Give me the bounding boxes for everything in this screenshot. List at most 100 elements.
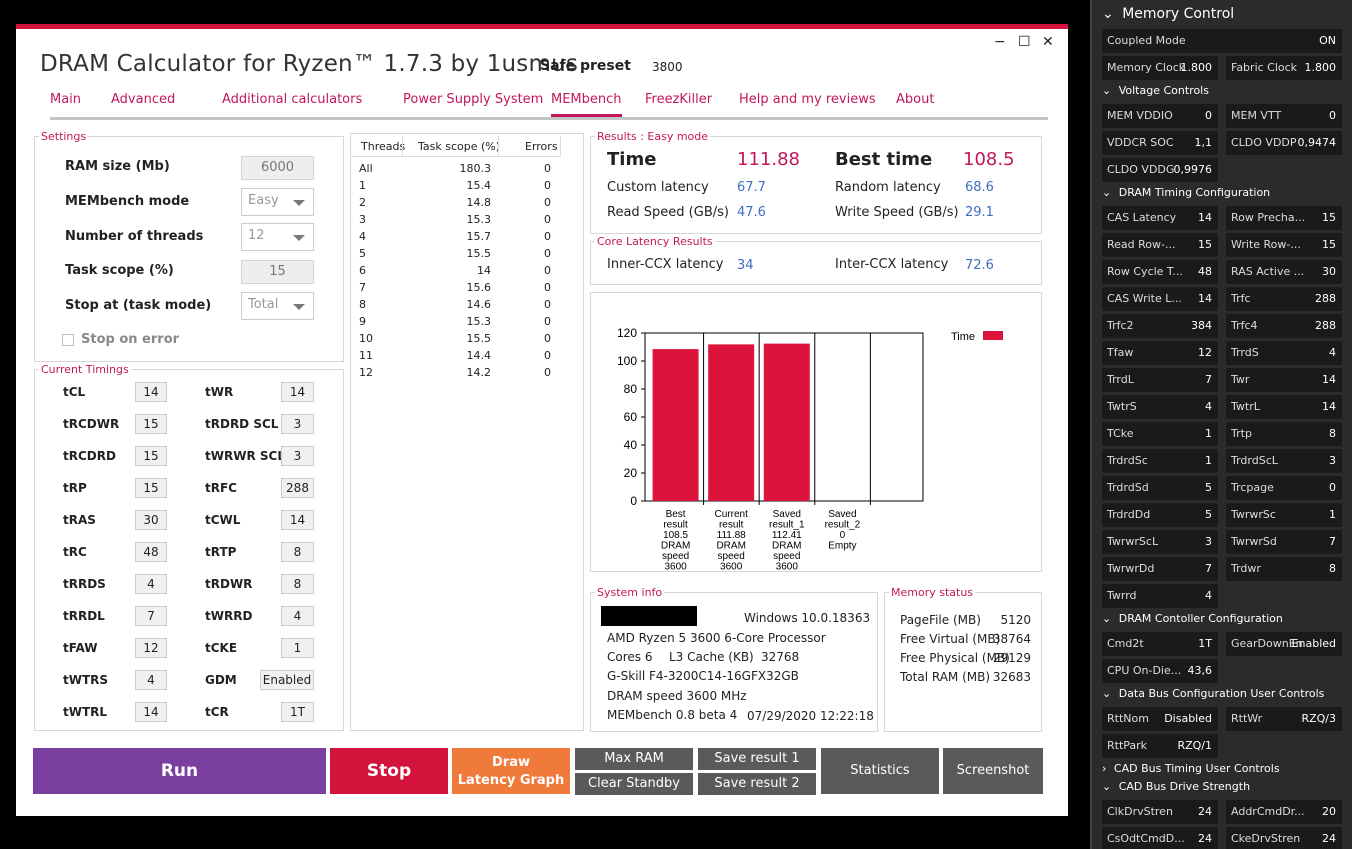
tab-help-reviews[interactable]: Help and my reviews (739, 92, 876, 107)
setting-value[interactable]: 1.800 (1305, 56, 1337, 80)
tab-advanced[interactable]: Advanced (111, 92, 175, 107)
setting-value[interactable]: 0 (1329, 476, 1336, 500)
setting-value[interactable]: 20 (1322, 800, 1336, 824)
setting-value[interactable]: 0 (1205, 104, 1212, 128)
setting-cell[interactable]: Memory Clock 1.800 (1102, 56, 1218, 80)
chevron-down-icon[interactable]: ⌄ (1102, 186, 1115, 199)
ram-size-input[interactable]: 6000 (241, 156, 314, 180)
setting-cell[interactable]: Cmd2t 1T (1102, 632, 1218, 656)
setting-value[interactable]: 24 (1198, 800, 1212, 824)
setting-cell[interactable]: Trfc 288 (1226, 287, 1342, 311)
setting-value[interactable]: 0,9976 (1174, 158, 1213, 182)
setting-value[interactable]: 43,6 (1188, 659, 1213, 683)
setting-cell[interactable]: MEM VDDIO 0 (1102, 104, 1218, 128)
setting-value[interactable]: Disabled (1164, 707, 1212, 731)
threads-select[interactable]: 12 (241, 223, 314, 251)
setting-cell[interactable]: AddrCmdDr... 20 (1226, 800, 1342, 824)
setting-value[interactable]: 1 (1329, 503, 1336, 527)
setting-cell[interactable]: TrdrdDd 5 (1102, 503, 1218, 527)
setting-cell[interactable]: TwtrL 14 (1226, 395, 1342, 419)
setting-cell[interactable]: TwrwrDd 7 (1102, 557, 1218, 581)
setting-value[interactable]: 14 (1198, 206, 1212, 230)
setting-cell[interactable]: CLDO VDDP 0,9474 (1226, 131, 1342, 155)
chevron-down-icon[interactable]: ⌄ (1102, 687, 1115, 700)
setting-cell[interactable]: CsOdtCmdD... 24 (1102, 827, 1218, 849)
tab-membench[interactable]: MEMbench (551, 92, 622, 117)
setting-value[interactable]: 12 (1198, 341, 1212, 365)
setting-cell[interactable]: Write Row-... 15 (1226, 233, 1342, 257)
setting-cell[interactable]: Twr 14 (1226, 368, 1342, 392)
setting-value[interactable]: 8 (1329, 422, 1336, 446)
setting-cell[interactable]: CkeDrvStren 24 (1226, 827, 1342, 849)
statistics-button[interactable]: Statistics (821, 748, 939, 794)
setting-value[interactable]: 3 (1329, 449, 1336, 473)
draw-latency-graph-button[interactable]: Draw Latency Graph (452, 748, 570, 794)
setting-value[interactable]: 5 (1205, 503, 1212, 527)
setting-cell[interactable]: Trcpage 0 (1226, 476, 1342, 500)
setting-value[interactable]: 1 (1205, 449, 1212, 473)
setting-value[interactable]: 0 (1329, 104, 1336, 128)
setting-value[interactable]: 4 (1205, 395, 1212, 419)
save-result-2-button[interactable]: Save result 2 (698, 773, 816, 795)
setting-value[interactable]: 4 (1329, 341, 1336, 365)
setting-value[interactable]: 3 (1205, 530, 1212, 554)
setting-cell[interactable]: CAS Latency 14 (1102, 206, 1218, 230)
tab-freezkiller[interactable]: FreezKiller (645, 92, 712, 107)
tab-power-supply-system[interactable]: Power Supply System (403, 92, 543, 107)
setting-value[interactable]: 0,9474 (1298, 131, 1337, 155)
setting-cell[interactable]: TCke 1 (1102, 422, 1218, 446)
setting-value[interactable]: 1T (1198, 632, 1212, 656)
setting-cell[interactable]: Trdwr 8 (1226, 557, 1342, 581)
setting-value[interactable]: 15 (1322, 206, 1336, 230)
setting-cell[interactable]: CAS Write L... 14 (1102, 287, 1218, 311)
setting-value[interactable]: 4 (1205, 584, 1212, 608)
setting-value[interactable]: 15 (1198, 233, 1212, 257)
setting-cell[interactable]: TrdrdSc 1 (1102, 449, 1218, 473)
chevron-down-icon[interactable]: ⌄ (1102, 780, 1115, 793)
chevron-down-icon[interactable]: ⌄ (1102, 6, 1118, 22)
tab-about[interactable]: About (896, 92, 934, 107)
mode-select[interactable]: Easy (241, 188, 314, 216)
stop-on-error-checkbox[interactable] (62, 334, 74, 346)
setting-cell[interactable]: Twrrd 4 (1102, 584, 1218, 608)
setting-value[interactable]: RZQ/1 (1177, 734, 1212, 758)
setting-value[interactable]: RZQ/3 (1301, 707, 1336, 731)
setting-value[interactable]: 14 (1198, 287, 1212, 311)
setting-value[interactable]: 7 (1205, 557, 1212, 581)
chevron-down-icon[interactable]: ⌄ (1102, 612, 1115, 625)
setting-cell[interactable]: TrdrdScL 3 (1226, 449, 1342, 473)
run-button[interactable]: Run (33, 748, 326, 794)
setting-value[interactable]: 1.800 (1181, 56, 1213, 80)
setting-cell[interactable]: Fabric Clock 1.800 (1226, 56, 1342, 80)
setting-value[interactable]: 15 (1322, 233, 1336, 257)
setting-value[interactable]: 288 (1315, 287, 1336, 311)
minimize-icon[interactable]: − (994, 34, 1006, 50)
screenshot-button[interactable]: Screenshot (943, 748, 1043, 794)
setting-value[interactable]: 288 (1315, 314, 1336, 338)
setting-cell[interactable]: TrdrdSd 5 (1102, 476, 1218, 500)
clear-standby-button[interactable]: Clear Standby (575, 773, 693, 795)
setting-value[interactable]: 14 (1322, 368, 1336, 392)
setting-value[interactable]: 48 (1198, 260, 1212, 284)
setting-cell[interactable]: CLDO VDDG 0,9976 (1102, 158, 1218, 182)
setting-cell[interactable]: Row Cycle T... 48 (1102, 260, 1218, 284)
setting-cell[interactable]: TrrdS 4 (1226, 341, 1342, 365)
setting-cell[interactable]: RAS Active ... 30 (1226, 260, 1342, 284)
setting-cell[interactable]: ClkDrvStren 24 (1102, 800, 1218, 824)
setting-cell[interactable]: CPU On-Die... 43,6 (1102, 659, 1218, 683)
setting-cell[interactable]: Trfc2 384 (1102, 314, 1218, 338)
tab-main[interactable]: Main (50, 92, 81, 107)
setting-value[interactable]: 1,1 (1195, 131, 1213, 155)
chevron-down-icon[interactable]: ⌄ (1102, 84, 1115, 97)
setting-cell[interactable]: VDDCR SOC 1,1 (1102, 131, 1218, 155)
setting-value[interactable]: 14 (1322, 395, 1336, 419)
scope-input[interactable]: 15 (241, 260, 314, 284)
setting-cell[interactable]: RttPark RZQ/1 (1102, 734, 1218, 758)
setting-value[interactable]: 1 (1205, 422, 1212, 446)
setting-cell[interactable]: Tfaw 12 (1102, 341, 1218, 365)
stop-button[interactable]: Stop (330, 748, 448, 794)
setting-value[interactable]: Enabled (1292, 632, 1336, 656)
save-result-1-button[interactable]: Save result 1 (698, 748, 816, 770)
setting-value[interactable]: 30 (1322, 260, 1336, 284)
setting-value[interactable]: 384 (1191, 314, 1212, 338)
